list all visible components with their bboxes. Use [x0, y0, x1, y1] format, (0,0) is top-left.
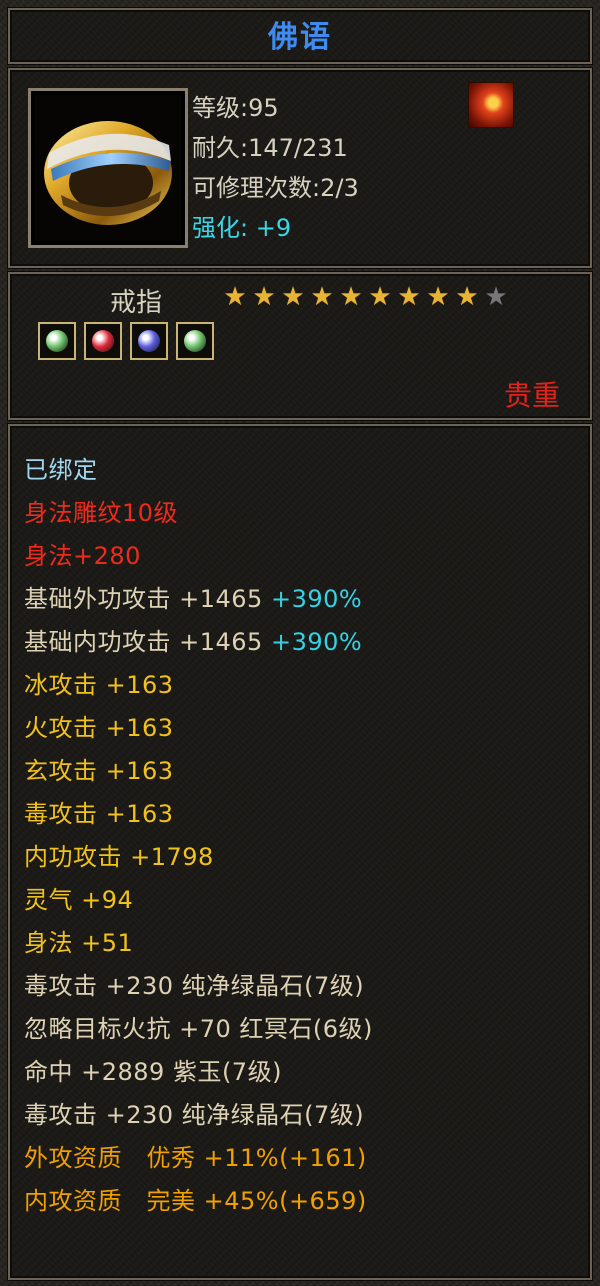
base-ext-atk-pct: +390% [270, 585, 363, 613]
star-rating: ★ ★ ★ ★ ★ ★ ★ ★ ★ ★ [222, 284, 509, 310]
enhance-stat: 强化: +9 [192, 208, 291, 243]
star-icon: ★ [281, 282, 305, 312]
item-type-panel: 戒指 ★ ★ ★ ★ ★ ★ ★ ★ ★ ★ 贵重 [8, 272, 592, 420]
star-icon: ★ [223, 282, 247, 312]
star-icon: ★ [484, 282, 508, 312]
ring-icon [28, 88, 188, 248]
enhance-value: +9 [255, 214, 292, 242]
level-stat: 等级:95 [192, 94, 279, 122]
rarity-label: 贵重 [503, 379, 560, 412]
flame-emblem-icon [468, 82, 514, 128]
ice-atk-attr: 冰攻击 +163 [24, 671, 174, 699]
base-int-atk-attr: 基础内功攻击 +1465 +390% [24, 622, 362, 657]
attributes-panel: 已绑定 身法雕纹10级 身法+280 基础外功攻击 +1465 +390% 基础… [8, 424, 592, 1280]
gem-attr-1: 毒攻击 +230 纯净绿晶石(7级) [24, 972, 365, 1000]
red-gem-icon[interactable] [84, 322, 122, 360]
star-icon: ★ [252, 282, 276, 312]
durability-stat: 耐久:147/231 [192, 134, 348, 162]
int-atk-attr: 内功攻击 +1798 [24, 843, 214, 871]
item-info-panel: 等级:95 耐久:147/231 可修理次数:2/3 强化: +9 [8, 68, 592, 268]
item-type-label: 戒指 [110, 288, 163, 318]
title-panel: 佛语 [8, 8, 592, 64]
base-ext-atk-attr: 基础外功攻击 +1465 +390% [24, 579, 362, 614]
gem-core [46, 330, 68, 352]
enhance-label: 强化: [192, 214, 249, 242]
star-icon: ★ [310, 282, 334, 312]
agility-attr: 身法 +51 [24, 929, 134, 957]
ring-image [44, 121, 172, 225]
engrave-attr: 身法雕纹10级 [24, 499, 179, 527]
star-icon: ★ [368, 282, 392, 312]
fire-atk-attr: 火攻击 +163 [24, 714, 174, 742]
spirit-attr: 灵气 +94 [24, 886, 134, 914]
gem-attr-4: 毒攻击 +230 纯净绿晶石(7级) [24, 1101, 365, 1129]
gem-slots [38, 322, 214, 360]
green-crystal-gem-icon[interactable] [38, 322, 76, 360]
star-icon: ★ [339, 282, 363, 312]
poison-atk-attr: 毒攻击 +163 [24, 800, 174, 828]
green-crystal-gem-icon[interactable] [176, 322, 214, 360]
star-icon: ★ [426, 282, 450, 312]
base-int-atk-pct: +390% [270, 628, 363, 656]
bound-status: 已绑定 [24, 456, 98, 484]
gem-core [184, 330, 206, 352]
repair-count-stat: 可修理次数:2/3 [192, 174, 359, 202]
base-int-atk-label: 基础内功攻击 +1465 [24, 628, 263, 656]
purple-jade-gem-icon[interactable] [130, 322, 168, 360]
gem-core [92, 330, 114, 352]
gem-attr-2: 忽略目标火抗 +70 红冥石(6级) [24, 1015, 373, 1043]
gem-core [138, 330, 160, 352]
base-ext-atk-label: 基础外功攻击 +1465 [24, 585, 263, 613]
star-icon: ★ [455, 282, 479, 312]
int-quality-attr: 内攻资质 完美 +45%(+659) [24, 1187, 367, 1215]
ext-quality-attr: 外攻资质 优秀 +11%(+161) [24, 1144, 367, 1172]
star-icon: ★ [397, 282, 421, 312]
item-name: 佛语 [268, 20, 332, 55]
xuan-atk-attr: 玄攻击 +163 [24, 757, 174, 785]
agility-engrave-attr: 身法+280 [24, 542, 141, 570]
gem-attr-3: 命中 +2889 紫玉(7级) [24, 1058, 282, 1086]
